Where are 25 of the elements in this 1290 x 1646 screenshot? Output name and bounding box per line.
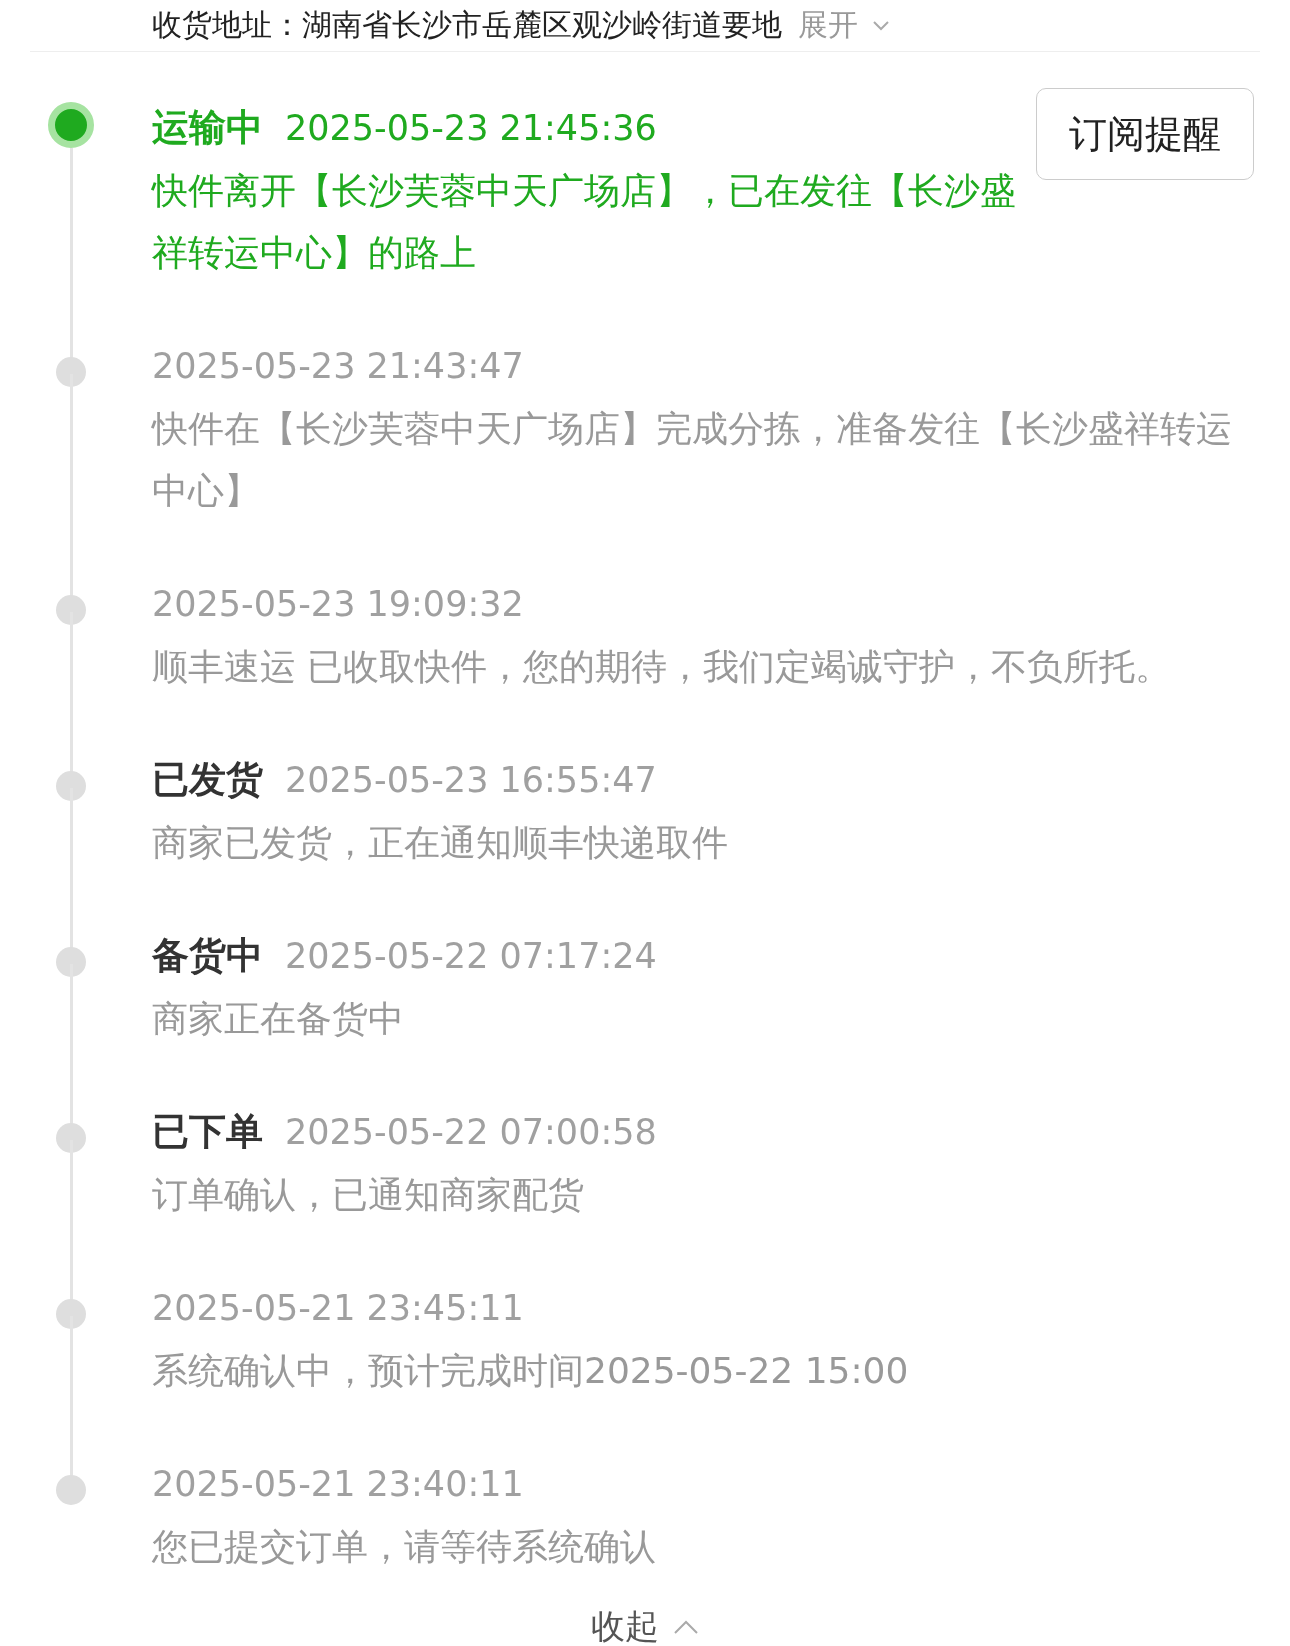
event-description: 订单确认，已通知商家配货 bbox=[152, 1173, 585, 1217]
event-time: 2025-05-23 21:43:47 bbox=[152, 346, 524, 386]
event-description: 系统确认中，预计完成时间2025-05-22 15:00 bbox=[152, 1349, 910, 1393]
status-label: 备货中 bbox=[152, 933, 263, 979]
event-time: 2025-05-21 23:40:11 bbox=[152, 1464, 524, 1504]
status-label: 已下单 bbox=[152, 1109, 263, 1155]
event-description: 快件离开【长沙芙蓉中天广场店】，已在发往【长沙盛祥转运中心】的路上 bbox=[152, 169, 1016, 275]
chevron-up-icon bbox=[673, 1619, 699, 1635]
event-time: 2025-05-22 07:00:58 bbox=[285, 1112, 657, 1152]
event-description: 快件在【长沙芙蓉中天广场店】完成分拣，准备发往【长沙盛祥转运中心】 bbox=[152, 407, 1233, 513]
event-description: 您已提交订单，请等待系统确认 bbox=[152, 1525, 657, 1569]
event-time: 2025-05-23 19:09:32 bbox=[152, 584, 524, 624]
event-time: 2025-05-21 23:45:11 bbox=[152, 1288, 524, 1328]
event-time: 2025-05-23 21:45:36 bbox=[285, 108, 657, 148]
status-label: 运输中 bbox=[152, 105, 263, 151]
event-description: 商家正在备货中 bbox=[152, 997, 405, 1041]
event-time: 2025-05-22 07:17:24 bbox=[285, 936, 657, 976]
event-description: 顺丰速运 已收取快件，您的期待，我们定竭诚守护，不负所托。 bbox=[152, 645, 1173, 689]
subscribe-button[interactable]: 订阅提醒 bbox=[1036, 88, 1254, 180]
address-text: 收货地址：湖南省长沙市岳麓区观沙岭街道要地 bbox=[152, 6, 782, 44]
collapse-link[interactable]: 收起 bbox=[591, 1604, 659, 1646]
status-label: 已发货 bbox=[152, 757, 263, 803]
event-description: 商家已发货，正在通知顺丰快递取件 bbox=[152, 821, 729, 865]
chevron-down-icon bbox=[872, 19, 890, 32]
event-time: 2025-05-23 16:55:47 bbox=[285, 760, 657, 800]
